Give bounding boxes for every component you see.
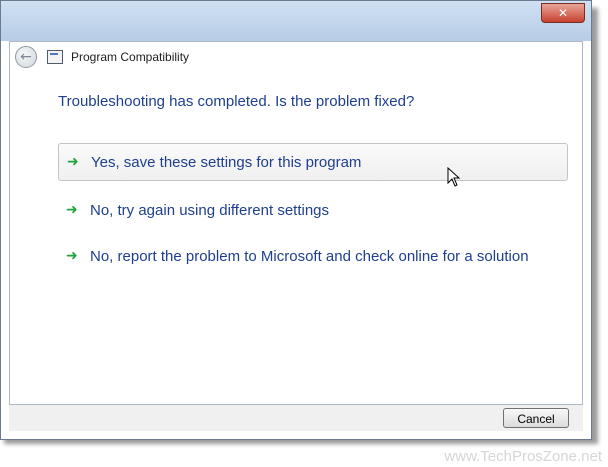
option-save-settings[interactable]: ➜ Yes, save these settings for this prog… xyxy=(58,143,568,181)
green-arrow-icon: ➜ xyxy=(67,154,79,170)
back-arrow-icon: ← xyxy=(20,49,32,65)
program-compatibility-window: ✕ ← Program Compatibility Troubleshootin… xyxy=(0,0,592,440)
watermark-text: www.TechProsZone.net xyxy=(444,448,602,465)
result-heading: Troubleshooting has completed. Is the pr… xyxy=(58,93,415,110)
green-arrow-icon: ➜ xyxy=(66,202,78,218)
option-try-again[interactable]: ➜ No, try again using different settings xyxy=(58,191,568,229)
dialog-footer: Cancel xyxy=(9,405,583,431)
title-bar: ✕ xyxy=(1,1,591,41)
option-label: No, try again using different settings xyxy=(90,201,330,219)
window-title: Program Compatibility xyxy=(71,50,190,64)
cancel-button[interactable]: Cancel xyxy=(503,408,569,428)
back-button[interactable]: ← xyxy=(15,46,37,68)
option-label: Yes, save these settings for this progra… xyxy=(91,153,362,171)
green-arrow-icon: ➜ xyxy=(66,248,78,264)
navigation-bar: ← Program Compatibility xyxy=(15,46,189,68)
close-button[interactable]: ✕ xyxy=(541,3,585,23)
option-report-problem[interactable]: ➜ No, report the problem to Microsoft an… xyxy=(58,237,568,275)
option-label: No, report the problem to Microsoft and … xyxy=(90,247,529,265)
mouse-pointer-icon xyxy=(447,167,461,187)
program-compatibility-icon xyxy=(47,50,63,64)
